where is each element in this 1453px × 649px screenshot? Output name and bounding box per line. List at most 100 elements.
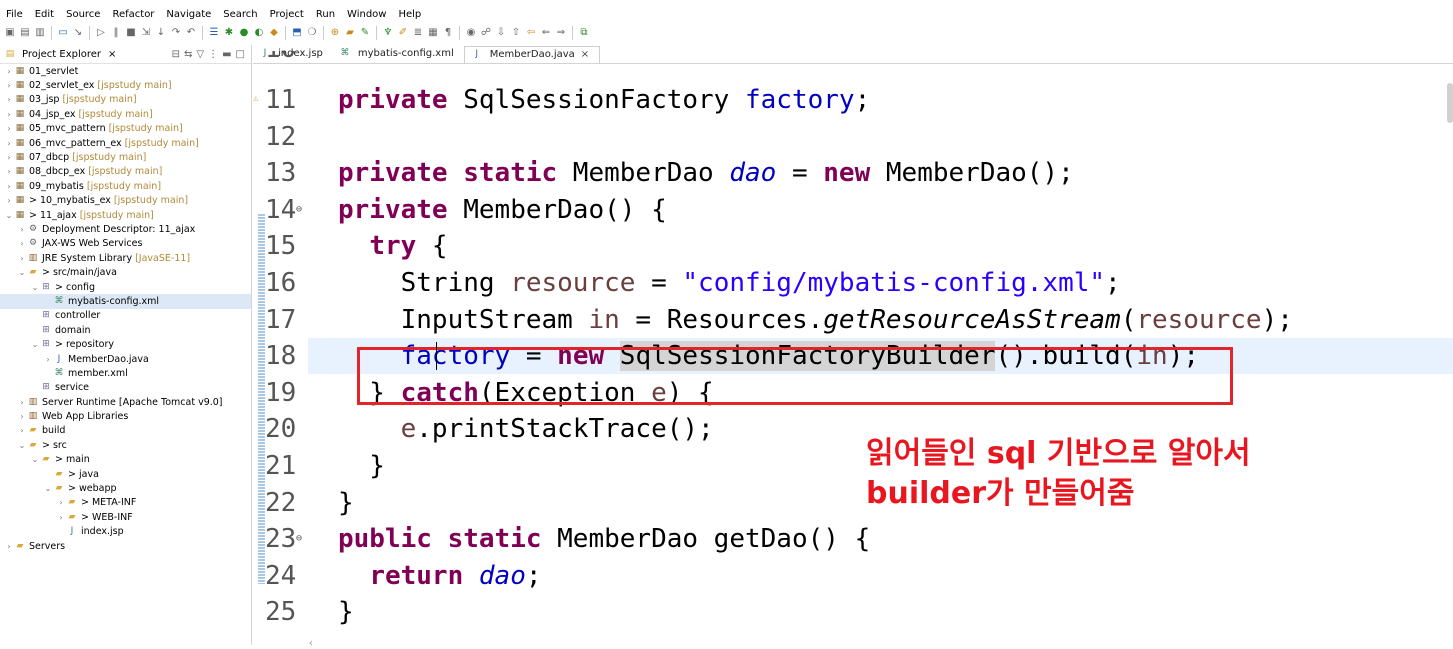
chevron-right-icon[interactable]: ›: [4, 95, 14, 104]
code-line[interactable]: 24 return dao;: [253, 558, 1453, 594]
mark-occurrences-icon[interactable]: ✐: [397, 27, 409, 39]
debug-icon[interactable]: ✱: [223, 27, 235, 39]
tree-item[interactable]: ⌄ ▰ > src/main/java: [0, 265, 251, 279]
chevron-right-icon[interactable]: ›: [4, 110, 14, 119]
tree-item[interactable]: › ▰ Servers: [0, 539, 251, 553]
coverage-icon[interactable]: ◐: [253, 27, 265, 39]
back-icon[interactable]: ⇐: [540, 27, 552, 39]
tree-item[interactable]: › ▦ 02_servlet_ex [jspstudy main]: [0, 78, 251, 92]
code-line[interactable]: 23 ⊖ public static MemberDao getDao() {: [253, 521, 1453, 557]
tree-item[interactable]: › ▦ 03_jsp [jspstudy main]: [0, 93, 251, 107]
save-all-icon[interactable]: ▥: [34, 27, 46, 39]
chevron-down-icon[interactable]: ⌄: [30, 455, 40, 464]
code-line[interactable]: 20 e.printStackTrace();: [253, 411, 1453, 447]
chevron-down-icon[interactable]: ⌄: [4, 211, 14, 220]
minimize-icon[interactable]: ▬: [222, 49, 231, 60]
last-edit-icon[interactable]: ⇦: [525, 27, 537, 39]
disconnect-icon[interactable]: ⇲: [140, 27, 152, 39]
code-line[interactable]: 11 ⚠ private SqlSessionFactory factory;: [253, 82, 1453, 118]
code-line[interactable]: 15 try {: [253, 228, 1453, 264]
terminate-icon[interactable]: ■: [125, 27, 137, 39]
external-tools-icon[interactable]: ◆: [268, 27, 280, 39]
code-line[interactable]: 22}: [253, 485, 1453, 521]
show-whitespace-icon[interactable]: ¶: [442, 27, 454, 39]
word-wrap-icon[interactable]: ≣: [412, 27, 424, 39]
menu-navigate[interactable]: Navigate: [160, 9, 217, 20]
collapse-all-icon[interactable]: ⊟: [172, 49, 180, 60]
tree-item[interactable]: ⌄ ▰ > src: [0, 438, 251, 452]
code-line[interactable]: 12: [253, 119, 1453, 155]
annotation-icon[interactable]: ☍: [480, 27, 492, 39]
menu-help[interactable]: Help: [392, 9, 427, 20]
tree-item[interactable]: › ▦ > 10_mybatis_ex [jspstudy main]: [0, 194, 251, 208]
menu-window[interactable]: Window: [341, 9, 392, 20]
chevron-right-icon[interactable]: ›: [4, 182, 14, 191]
new-class-icon[interactable]: ❍: [306, 27, 318, 39]
skip-breakpoints-icon[interactable]: ↘: [72, 27, 84, 39]
tree-item[interactable]: ▰ > java: [0, 467, 251, 481]
chevron-right-icon[interactable]: ›: [56, 513, 66, 522]
chevron-right-icon[interactable]: ›: [43, 355, 53, 364]
fold-toggle-icon[interactable]: ⊖: [296, 521, 302, 557]
open-type-icon[interactable]: ⊕: [329, 27, 341, 39]
tree-item[interactable]: ⊞ controller: [0, 309, 251, 323]
step-over-icon[interactable]: ↷: [170, 27, 182, 39]
chevron-right-icon[interactable]: ›: [4, 542, 14, 551]
tree-item[interactable]: ⊞ domain: [0, 323, 251, 337]
forward-icon[interactable]: ⇒: [555, 27, 567, 39]
code-line[interactable]: 16 String resource = "config/mybatis-con…: [253, 265, 1453, 301]
chevron-right-icon[interactable]: ›: [4, 67, 14, 76]
next-annotation-icon[interactable]: ⇩: [495, 27, 507, 39]
step-return-icon[interactable]: ↶: [185, 27, 197, 39]
pin-icon[interactable]: ♆: [382, 27, 394, 39]
code-line[interactable]: 17 InputStream in = Resources.getResourc…: [253, 302, 1453, 338]
new-icon[interactable]: ▣: [4, 27, 16, 39]
chevron-right-icon[interactable]: ›: [4, 167, 14, 176]
tree-item[interactable]: › ▦ 06_mvc_pattern_ex [jspstudy main]: [0, 136, 251, 150]
run-icon[interactable]: ●: [238, 27, 250, 39]
tree-item[interactable]: › ⚙ Deployment Descriptor: 11_ajax: [0, 222, 251, 236]
code-line[interactable]: 25}: [253, 594, 1453, 630]
chevron-down-icon[interactable]: ⌄: [43, 484, 53, 493]
chevron-right-icon[interactable]: ›: [4, 81, 14, 90]
chevron-down-icon[interactable]: ⌄: [17, 268, 27, 277]
tree-item[interactable]: › ▥ JRE System Library [JavaSE-11]: [0, 251, 251, 265]
tree-item[interactable]: › ▦ 09_mybatis [jspstudy main]: [0, 179, 251, 193]
menu-project[interactable]: Project: [264, 9, 310, 20]
tree-item[interactable]: ⌄ ▰ > main: [0, 453, 251, 467]
chevron-right-icon[interactable]: ›: [17, 412, 27, 421]
tree-item[interactable]: › J MemberDao.java: [0, 352, 251, 366]
chevron-right-icon[interactable]: ›: [17, 398, 27, 407]
chevron-down-icon[interactable]: ⌄: [17, 441, 27, 450]
save-icon[interactable]: ▤: [19, 27, 31, 39]
block-select-icon[interactable]: ▦: [427, 27, 439, 39]
tree-item[interactable]: › ▥ Web App Libraries: [0, 409, 251, 423]
code-line[interactable]: 13 private static MemberDao dao = new Mem…: [253, 155, 1453, 191]
menu-source[interactable]: Source: [60, 9, 106, 20]
tree-item[interactable]: › ▦ 04_jsp_ex [jspstudy main]: [0, 107, 251, 121]
tree-item[interactable]: ⌄ ⊞ > config: [0, 280, 251, 294]
globe-icon[interactable]: ◉: [465, 27, 477, 39]
tree-item[interactable]: › ▦ 07_dbcp [jspstudy main]: [0, 150, 251, 164]
chevron-right-icon[interactable]: ›: [4, 196, 14, 205]
tree-item[interactable]: ⌄ ▦ > 11_ajax [jspstudy main]: [0, 208, 251, 222]
project-explorer-tab[interactable]: ▤ Project Explorer ×: [4, 49, 117, 60]
terminal-icon[interactable]: ▭: [57, 27, 69, 39]
step-into-icon[interactable]: ↓: [155, 27, 167, 39]
menu-refactor[interactable]: Refactor: [106, 9, 160, 20]
tree-item[interactable]: ⌄ ▰ > webapp: [0, 481, 251, 495]
chevron-right-icon[interactable]: ›: [17, 239, 27, 248]
menu-edit[interactable]: Edit: [29, 9, 60, 20]
tree-item[interactable]: › ▦ 01_servlet: [0, 64, 251, 78]
tree-item[interactable]: › ▰ > WEB-INF: [0, 510, 251, 524]
tree-item[interactable]: Jindex.jsp: [0, 525, 251, 539]
chevron-right-icon[interactable]: ›: [4, 124, 14, 133]
fold-toggle-icon[interactable]: ⊖: [296, 192, 302, 228]
tree-item[interactable]: › ⚙ JAX-WS Web Services: [0, 237, 251, 251]
tree-item[interactable]: ⌘ member.xml: [0, 366, 251, 380]
tree-item[interactable]: › ▰ build: [0, 424, 251, 438]
menu-file[interactable]: File: [0, 9, 29, 20]
tree-item[interactable]: ⌄ ⊞ > repository: [0, 337, 251, 351]
tree-item[interactable]: › ▰ > META-INF: [0, 496, 251, 510]
tree-item[interactable]: ⊞ service: [0, 381, 251, 395]
